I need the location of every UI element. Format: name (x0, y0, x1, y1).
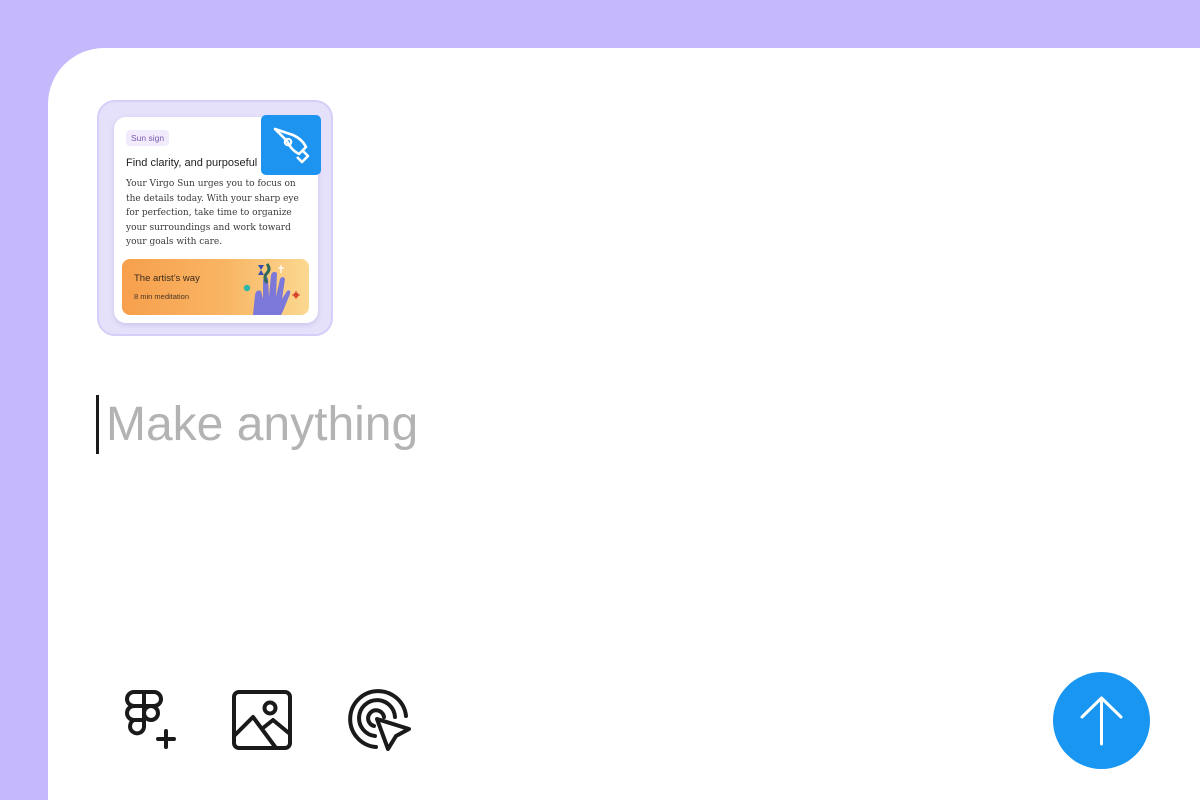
sun-sign-chip: Sun sign (126, 130, 170, 146)
target-select-button[interactable] (342, 684, 414, 756)
target-cursor-icon (348, 689, 411, 751)
hand-illustration-icon (243, 263, 300, 315)
image-upload-button[interactable] (226, 684, 298, 756)
arrow-up-icon (1080, 696, 1123, 746)
prompt-input[interactable] (106, 393, 986, 455)
image-icon (232, 690, 292, 750)
promo-title: The artist’s way (134, 273, 200, 284)
pen-tool-badge (261, 115, 321, 175)
card-body-text: Your Virgo Sun urges you to focus on the… (126, 179, 299, 247)
pen-tool-icon (273, 127, 310, 164)
figma-add-button[interactable] (112, 684, 184, 756)
attachment-thumbnail[interactable]: Sun sign Find clarity, and purposeful Yo… (97, 100, 333, 336)
card-title: Find clarity, and purposeful (126, 157, 258, 169)
text-caret (96, 395, 99, 454)
prompt-field[interactable] (96, 393, 996, 455)
figma-add-icon (125, 690, 176, 749)
meditation-promo: The artist’s way 8 min meditation (122, 259, 309, 315)
promo-subtitle: 8 min meditation (134, 292, 190, 301)
send-button[interactable] (1053, 672, 1150, 769)
